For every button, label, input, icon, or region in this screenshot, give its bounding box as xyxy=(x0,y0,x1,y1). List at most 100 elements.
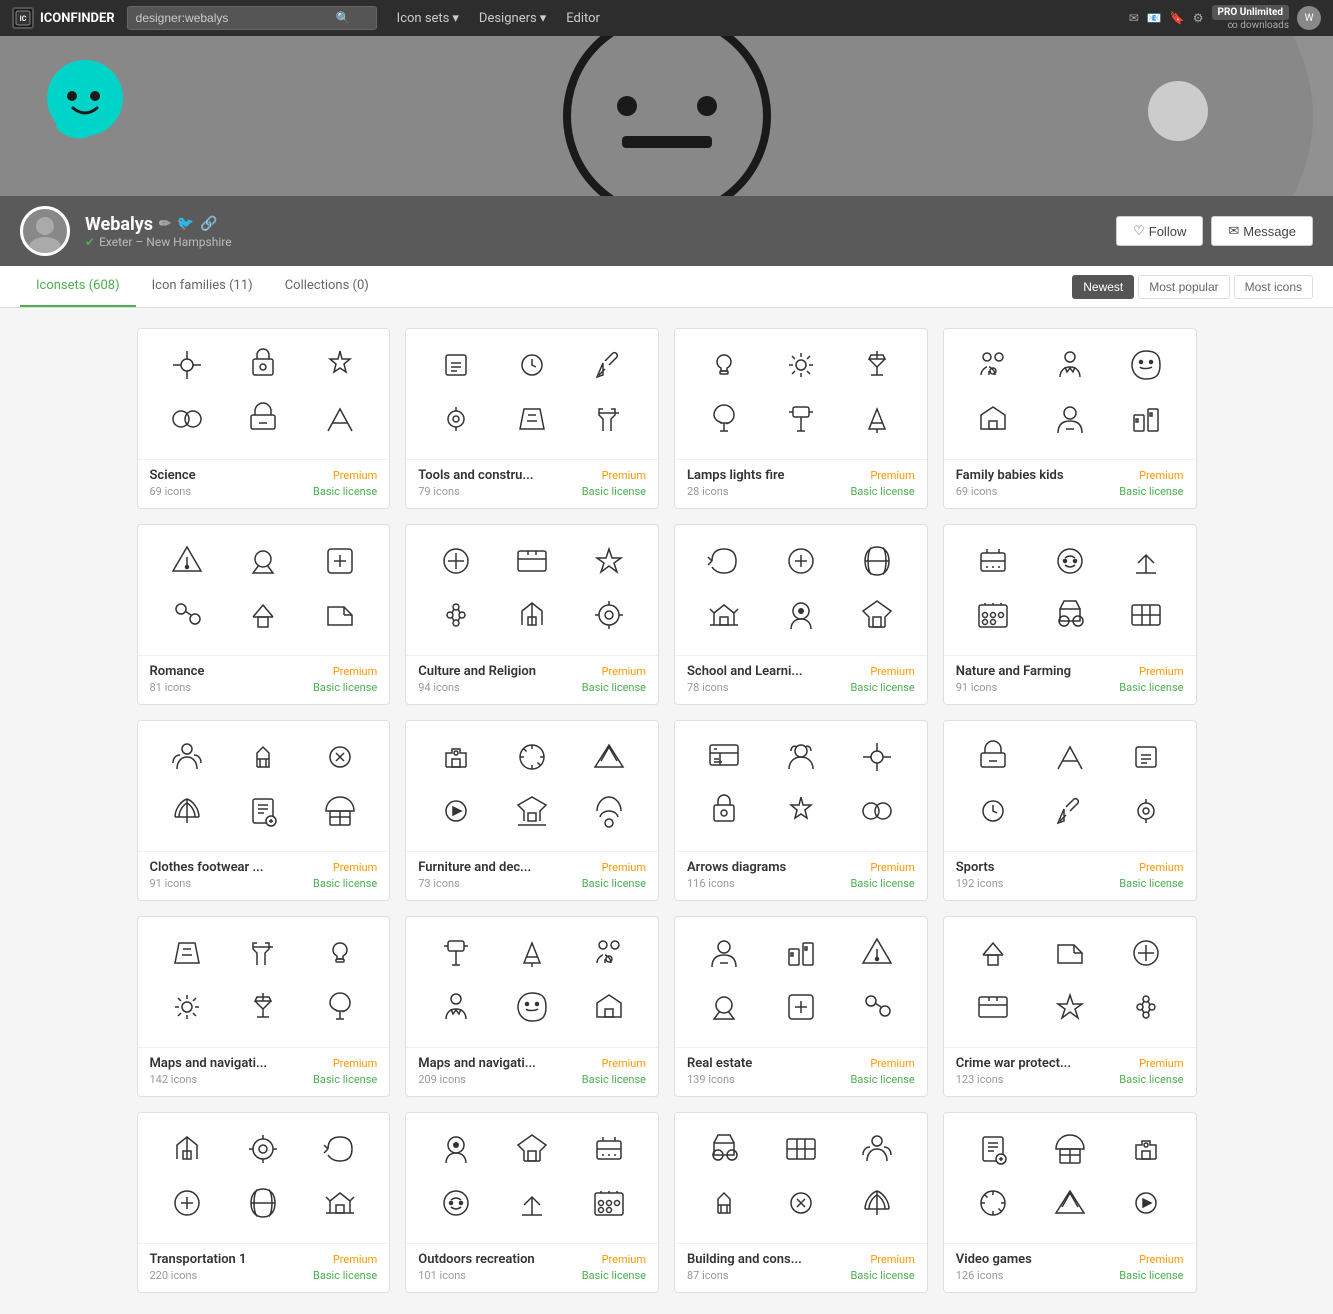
card-info: School and Learni... Premium 78 icons Ba… xyxy=(675,655,927,704)
card-preview-grid xyxy=(138,329,390,459)
card-preview-grid xyxy=(138,917,390,1047)
icon-card[interactable]: Tools and constru... Premium 79 icons Ba… xyxy=(405,328,659,509)
nav-icon-sets[interactable]: Icon sets ▾ xyxy=(389,7,467,30)
icon-preview-item xyxy=(783,347,819,387)
icon-card[interactable]: Maps and navigati... Premium 142 icons B… xyxy=(137,916,391,1097)
icon-preview-item xyxy=(859,597,895,637)
icon-preview-item xyxy=(591,347,627,387)
icon-card[interactable]: Romance Premium 81 icons Basic license xyxy=(137,524,391,705)
nav-designers[interactable]: Designers ▾ xyxy=(471,7,554,30)
card-count: 69 icons xyxy=(956,485,998,498)
tab-collections-label: Collections (0) xyxy=(285,278,369,293)
svg-text:IC: IC xyxy=(20,15,27,23)
search-bar[interactable]: 🔍 xyxy=(127,6,377,30)
card-count: 126 icons xyxy=(956,1269,1004,1282)
icon-preview-item xyxy=(706,597,742,637)
icon-card[interactable]: Culture and Religion Premium 94 icons Ba… xyxy=(405,524,659,705)
card-license: Basic license xyxy=(1119,485,1183,498)
card-license: Basic license xyxy=(313,485,377,498)
tab-icon-families-label: Icon families (11) xyxy=(152,278,253,293)
message-button[interactable]: ✉ Message xyxy=(1211,216,1313,246)
icon-card[interactable]: Arrows diagrams Premium 116 icons Basic … xyxy=(674,720,928,901)
icon-card[interactable]: Video games Premium 126 icons Basic lice… xyxy=(943,1112,1197,1293)
card-badge: Premium xyxy=(602,1253,646,1266)
card-preview-grid xyxy=(406,1113,658,1243)
mail-icon[interactable]: 📧 xyxy=(1147,11,1162,25)
verified-icon: ✔ xyxy=(85,235,95,249)
icon-grid: Science Premium 69 icons Basic license T… xyxy=(117,308,1217,1313)
card-meta: 123 icons Basic license xyxy=(956,1073,1184,1086)
icon-preview-item xyxy=(1128,347,1164,387)
icon-preview-item xyxy=(591,793,627,833)
card-title-row: Tools and constru... Premium xyxy=(418,468,646,483)
icon-preview-item xyxy=(975,739,1011,779)
icon-preview-item xyxy=(591,935,627,975)
nav-editor[interactable]: Editor xyxy=(558,7,608,30)
icon-card[interactable]: Furniture and dec... Premium 73 icons Ba… xyxy=(405,720,659,901)
avatar[interactable]: W xyxy=(1297,6,1321,30)
sort-popular[interactable]: Most popular xyxy=(1138,275,1229,299)
tabs-bar: Iconsets (608) Icon families (11) Collec… xyxy=(0,266,1333,308)
card-meta: 73 icons Basic license xyxy=(418,877,646,890)
icon-preview-item xyxy=(783,1185,819,1225)
follow-label: Follow xyxy=(1149,224,1187,239)
icon-card[interactable]: Outdoors recreation Premium 101 icons Ba… xyxy=(405,1112,659,1293)
logo[interactable]: IC ICONFINDER xyxy=(12,7,115,29)
card-preview-grid xyxy=(406,525,658,655)
card-license: Basic license xyxy=(582,485,646,498)
sort-newest[interactable]: Newest xyxy=(1072,275,1134,299)
card-meta: 220 icons Basic license xyxy=(150,1269,378,1282)
icon-card[interactable]: Nature and Farming Premium 91 icons Basi… xyxy=(943,524,1197,705)
twitter-icon[interactable]: 🐦 xyxy=(177,216,194,232)
message-icon: ✉ xyxy=(1228,223,1239,239)
tab-iconsets[interactable]: Iconsets (608) xyxy=(20,266,136,307)
card-preview-grid xyxy=(406,917,658,1047)
edit-icon[interactable]: ✏ xyxy=(159,216,171,232)
card-info: Science Premium 69 icons Basic license xyxy=(138,459,390,508)
card-info: Culture and Religion Premium 94 icons Ba… xyxy=(406,655,658,704)
card-preview-grid xyxy=(138,721,390,851)
card-title: Family babies kids xyxy=(956,468,1064,483)
settings-icon[interactable]: ⚙ xyxy=(1193,11,1204,25)
tab-icon-families[interactable]: Icon families (11) xyxy=(136,266,269,307)
nav-icon-sets-label: Icon sets xyxy=(397,11,450,26)
icon-preview-item xyxy=(1052,1131,1088,1171)
icon-card[interactable]: Transportation 1 Premium 220 icons Basic… xyxy=(137,1112,391,1293)
external-link-icon[interactable]: 🔗 xyxy=(200,216,217,232)
tab-collections[interactable]: Collections (0) xyxy=(269,266,385,307)
icon-preview-item xyxy=(591,1185,627,1225)
card-title-row: Family babies kids Premium xyxy=(956,468,1184,483)
icon-card[interactable]: Science Premium 69 icons Basic license xyxy=(137,328,391,509)
icon-card[interactable]: Real estate Premium 139 icons Basic lice… xyxy=(674,916,928,1097)
card-license: Basic license xyxy=(851,877,915,890)
notification-icon[interactable]: ✉ xyxy=(1129,11,1139,25)
card-title-row: School and Learni... Premium xyxy=(687,664,915,679)
icon-card[interactable]: Sports Premium 192 icons Basic license xyxy=(943,720,1197,901)
icon-preview-item xyxy=(438,597,474,637)
card-license: Basic license xyxy=(582,681,646,694)
icon-preview-item xyxy=(245,1131,281,1171)
icon-card[interactable]: Crime war protect... Premium 123 icons B… xyxy=(943,916,1197,1097)
icon-card[interactable]: Building and cons... Premium 87 icons Ba… xyxy=(674,1112,928,1293)
search-input[interactable] xyxy=(136,11,336,25)
search-icon[interactable]: 🔍 xyxy=(336,11,351,25)
icon-preview-item xyxy=(514,989,550,1029)
sort-most-icons[interactable]: Most icons xyxy=(1234,275,1313,299)
card-license: Basic license xyxy=(1119,1073,1183,1086)
icon-preview-item xyxy=(783,543,819,583)
icon-card[interactable]: Clothes footwear ... Premium 91 icons Ba… xyxy=(137,720,391,901)
icon-preview-item xyxy=(591,989,627,1029)
card-count: 192 icons xyxy=(956,877,1004,890)
icon-preview-item xyxy=(1128,1131,1164,1171)
card-license: Basic license xyxy=(1119,1269,1183,1282)
icon-preview-item xyxy=(1052,793,1088,833)
card-title: Lamps lights fire xyxy=(687,468,785,483)
card-title-row: Science Premium xyxy=(150,468,378,483)
icon-card[interactable]: Maps and navigati... Premium 209 icons B… xyxy=(405,916,659,1097)
icon-card[interactable]: Family babies kids Premium 69 icons Basi… xyxy=(943,328,1197,509)
follow-button[interactable]: ♡ Follow xyxy=(1116,216,1203,246)
bookmark-icon[interactable]: 🔖 xyxy=(1170,11,1185,25)
icon-preview-item xyxy=(1052,739,1088,779)
icon-card[interactable]: Lamps lights fire Premium 28 icons Basic… xyxy=(674,328,928,509)
icon-card[interactable]: School and Learni... Premium 78 icons Ba… xyxy=(674,524,928,705)
